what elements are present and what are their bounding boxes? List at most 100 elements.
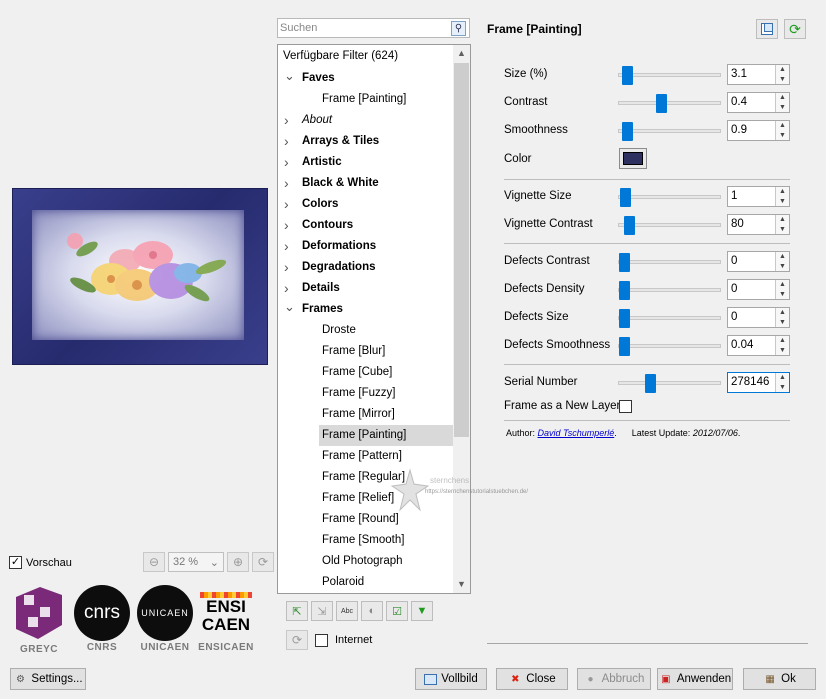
param-spinbox[interactable]: 80 ▲ ▼ [727, 214, 790, 235]
tree-filter-item[interactable]: Frame [Smooth] [278, 530, 454, 551]
tree-root[interactable]: Verfügbare Filter (624) [278, 46, 454, 67]
filter-tree[interactable]: Verfügbare Filter (624) ⌄ Faves Frame [Pain… [277, 44, 471, 594]
zoom-out-icon[interactable]: ⊖ [143, 552, 165, 572]
scrollbar-thumb[interactable] [454, 63, 469, 437]
param-slider[interactable] [618, 253, 721, 272]
tree-category[interactable]: › Contours [278, 215, 454, 236]
spin-arrows-icon[interactable]: ▲ ▼ [775, 215, 789, 234]
fullscreen-button[interactable]: Vollbild [415, 668, 487, 690]
preview-checkbox[interactable]: ✓ [9, 556, 22, 569]
param-slider[interactable] [618, 309, 721, 328]
param-slider[interactable] [618, 188, 721, 207]
param-slider[interactable] [618, 122, 721, 141]
tree-scrollbar[interactable]: ▲ ▼ [453, 45, 470, 593]
param-spinbox[interactable]: 3.1 ▲ ▼ [727, 64, 790, 85]
tree-category[interactable]: ⌄ Frames [278, 299, 454, 320]
tree-filter-item[interactable]: Frame [Mirror] [278, 404, 454, 425]
spin-arrows-icon[interactable]: ▲ ▼ [775, 65, 789, 84]
refresh-preview-icon[interactable]: ⟳ [252, 552, 274, 572]
tree-category[interactable]: › About [278, 110, 454, 131]
spin-arrows-icon[interactable]: ▲ ▼ [775, 373, 789, 392]
spin-arrows-icon[interactable]: ▲ ▼ [775, 308, 789, 327]
preview-toggle[interactable]: ✓ Vorschau [9, 556, 72, 569]
param-spinbox[interactable]: 0.9 ▲ ▼ [727, 120, 790, 141]
author-link[interactable]: David Tschumperlé [538, 428, 615, 438]
spin-arrows-icon[interactable]: ▲ ▼ [775, 93, 789, 112]
chevron-down-icon[interactable]: ⌄ [284, 65, 295, 86]
tree-filter-item[interactable]: Frame [Painting] [319, 425, 454, 446]
param-spinbox[interactable]: 1 ▲ ▼ [727, 186, 790, 207]
tree-filter-item[interactable]: Frame [Painting] [278, 89, 454, 110]
chevron-right-icon[interactable]: › [284, 236, 294, 257]
randomize-icon[interactable]: ⟳ [784, 19, 806, 39]
tree-filter-item[interactable]: Frame [Blur] [278, 341, 454, 362]
slider-handle[interactable] [619, 337, 630, 356]
param-slider[interactable] [618, 374, 721, 393]
tree-category[interactable]: › Colors [278, 194, 454, 215]
settings-button[interactable]: ⚙ Settings... [10, 668, 86, 690]
param-spinbox[interactable]: 0 ▲ ▼ [727, 251, 790, 272]
scroll-down-icon[interactable]: ▼ [453, 576, 470, 593]
chevron-right-icon[interactable]: › [284, 152, 294, 173]
ok-button[interactable]: ▦ Ok [743, 668, 816, 690]
close-button[interactable]: ✖ Close [496, 668, 568, 690]
tree-category[interactable]: › Black & White [278, 173, 454, 194]
tree-filter-item[interactable]: Frame [Regular] [278, 467, 454, 488]
tree-filter-item[interactable]: Polaroid [278, 572, 454, 593]
chevron-right-icon[interactable]: › [284, 131, 294, 152]
chevron-right-icon[interactable]: › [284, 194, 294, 215]
tree-filter-item[interactable]: Frame [Relief] [278, 488, 454, 509]
spin-arrows-icon[interactable]: ▲ ▼ [775, 336, 789, 355]
tree-filter-item[interactable]: Droste [278, 320, 454, 341]
tree-category[interactable]: › Details [278, 278, 454, 299]
spin-arrows-icon[interactable]: ▲ ▼ [775, 121, 789, 140]
slider-handle[interactable] [622, 122, 633, 141]
chevron-right-icon[interactable]: › [284, 215, 294, 236]
search-icon[interactable]: ⚲ [451, 21, 466, 36]
select-filters-icon[interactable]: ☑ [386, 601, 408, 621]
update-filters-icon[interactable]: ⟳ [286, 630, 308, 650]
spin-arrows-icon[interactable]: ▲ ▼ [775, 187, 789, 206]
slider-handle[interactable] [619, 253, 630, 272]
param-slider[interactable] [618, 66, 721, 85]
apply-button[interactable]: ▣ Anwenden [657, 668, 733, 690]
param-spinbox[interactable]: 0.4 ▲ ▼ [727, 92, 790, 113]
param-slider[interactable] [618, 94, 721, 113]
slider-handle[interactable] [656, 94, 667, 113]
tree-filter-item[interactable]: Frame [Pattern] [278, 446, 454, 467]
spin-arrows-icon[interactable]: ▲ ▼ [775, 252, 789, 271]
chevron-right-icon[interactable]: › [284, 173, 294, 194]
tree-category[interactable]: › Deformations [278, 236, 454, 257]
zoom-in-icon[interactable]: ⊕ [227, 552, 249, 572]
param-spinbox[interactable]: 0.04 ▲ ▼ [727, 335, 790, 356]
slider-handle[interactable] [645, 374, 656, 393]
internet-checkbox[interactable] [315, 633, 328, 647]
remove-fave-icon[interactable]: ⇲ [311, 601, 333, 621]
tree-filter-item[interactable]: Frame [Cube] [278, 362, 454, 383]
tree-category[interactable]: › Degradations [278, 257, 454, 278]
scroll-up-icon[interactable]: ▲ [453, 45, 470, 62]
zoom-combo[interactable]: 32 % ⌄ [168, 552, 224, 572]
tree-filter-item[interactable]: Frame [Fuzzy] [278, 383, 454, 404]
slider-handle[interactable] [624, 216, 635, 235]
chevron-right-icon[interactable]: › [284, 257, 294, 278]
chevron-right-icon[interactable]: › [284, 110, 294, 131]
tree-category[interactable]: › Artistic [278, 152, 454, 173]
add-fave-icon[interactable]: ⇱ [286, 601, 308, 621]
tree-category[interactable]: ⌄ Faves [278, 68, 454, 89]
spin-arrows-icon[interactable]: ▲ ▼ [775, 280, 789, 299]
preview-split-icon[interactable] [756, 19, 778, 39]
preview-image[interactable] [12, 188, 268, 365]
expand-all-icon[interactable]: ▼ [411, 601, 433, 621]
param-slider[interactable] [618, 337, 721, 356]
slider-handle[interactable] [619, 309, 630, 328]
tree-filter-item[interactable]: Old Photograph [278, 551, 454, 572]
search-input[interactable]: Suchen ⚲ [277, 18, 470, 38]
chevron-down-icon[interactable]: ⌄ [284, 296, 295, 317]
new-layer-checkbox[interactable] [619, 400, 632, 413]
color-picker-button[interactable] [619, 148, 647, 169]
param-spinbox[interactable]: 0 ▲ ▼ [727, 307, 790, 328]
slider-handle[interactable] [620, 188, 631, 207]
param-spinbox[interactable]: 278146 ▲ ▼ [727, 372, 790, 393]
slider-handle[interactable] [622, 66, 633, 85]
